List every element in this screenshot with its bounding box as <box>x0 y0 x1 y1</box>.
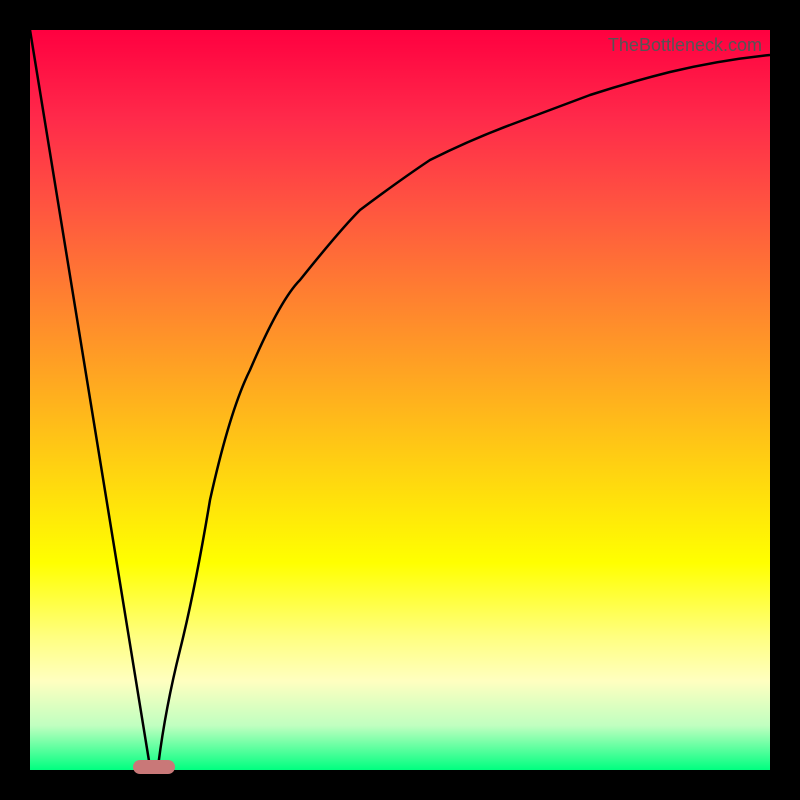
watermark-text: TheBottleneck.com <box>608 35 762 56</box>
left-line-segment <box>30 30 150 767</box>
right-curve-segment <box>158 55 770 767</box>
chart-curves <box>30 30 770 770</box>
chart-plot-area: TheBottleneck.com <box>30 30 770 770</box>
optimal-point-marker <box>133 760 175 774</box>
